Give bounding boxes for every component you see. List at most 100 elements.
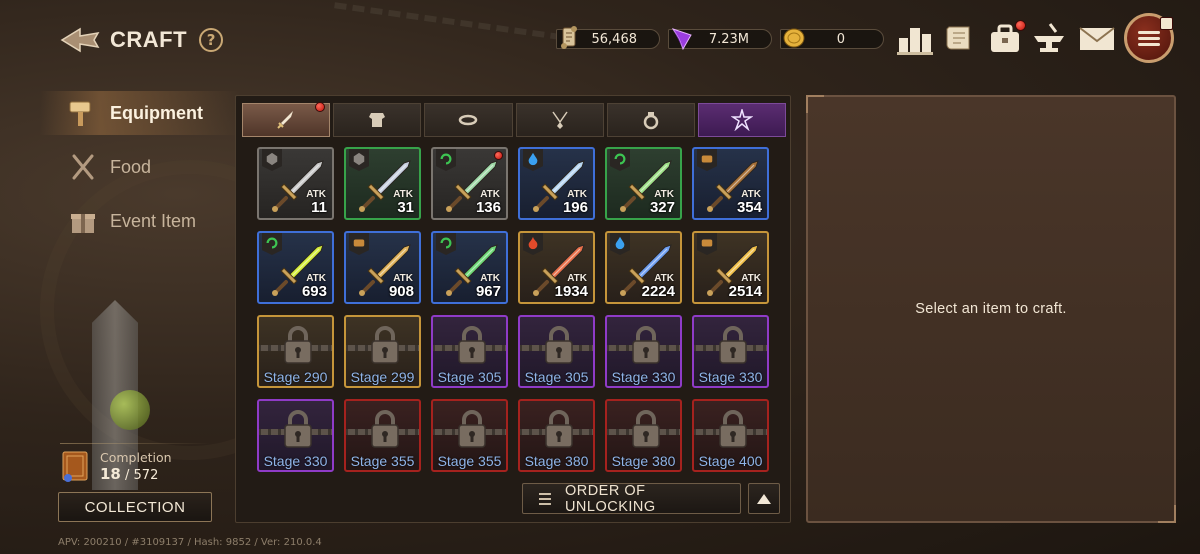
help-icon[interactable]: ? xyxy=(199,28,224,52)
unlock-stage-label: Stage 299 xyxy=(350,369,415,385)
padlock-icon xyxy=(545,410,573,448)
book-icon xyxy=(62,451,88,482)
locked-item-slot[interactable]: Stage 330 xyxy=(692,315,769,388)
unlock-stage-label: Stage 380 xyxy=(611,453,676,469)
currency-gold: 0 xyxy=(780,28,884,50)
empty-detail-message: Select an item to craft. xyxy=(915,301,1067,317)
tab-special[interactable] xyxy=(697,103,787,137)
necklace-icon xyxy=(551,111,568,129)
unlock-stage-label: Stage 330 xyxy=(698,369,763,385)
item-slot[interactable]: ATK 2514 xyxy=(692,231,769,304)
crystal-icon xyxy=(666,22,698,54)
item-slot[interactable]: ATK 31 xyxy=(344,147,421,220)
sidebar-item-label: Equipment xyxy=(110,102,203,123)
order-of-unlocking-button[interactable]: ORDER OF UNLOCKING xyxy=(522,482,741,515)
locked-item-slot[interactable]: Stage 290 xyxy=(257,315,334,388)
item-slot[interactable]: ATK 2224 xyxy=(605,231,682,304)
atk-value: 354 xyxy=(736,199,762,216)
category-tabs xyxy=(242,102,787,137)
locked-item-slot[interactable]: Stage 305 xyxy=(431,315,508,388)
item-slot[interactable]: ATK 354 xyxy=(692,147,769,220)
back-arrow-icon[interactable] xyxy=(60,25,102,55)
item-slot[interactable]: ATK 908 xyxy=(344,231,421,304)
tab-armor[interactable] xyxy=(333,103,422,137)
locked-item-slot[interactable]: Stage 400 xyxy=(692,399,769,472)
triangle-up-icon xyxy=(757,493,771,504)
atk-value: 196 xyxy=(562,199,588,216)
background-chain xyxy=(327,2,563,89)
atk-value: 136 xyxy=(475,199,501,216)
atk-value: 2224 xyxy=(641,283,675,300)
notification-dot xyxy=(1015,20,1026,31)
sidebar-item-equipment[interactable]: Equipment xyxy=(40,91,240,135)
completion-total: / 572 xyxy=(125,467,159,483)
completion-current: 18 xyxy=(100,464,121,483)
notification-dot xyxy=(494,151,503,160)
item-slot[interactable]: ATK 136 xyxy=(431,147,508,220)
order-label: ORDER OF UNLOCKING xyxy=(564,482,656,515)
tab-sword[interactable] xyxy=(242,102,331,137)
page-title: CRAFT xyxy=(110,27,188,52)
atk-value: 967 xyxy=(475,283,501,300)
locked-item-slot[interactable]: Stage 305 xyxy=(518,315,595,388)
sidebar-item-event-item[interactable]: Event Item xyxy=(40,199,240,243)
item-slot[interactable]: ATK 1934 xyxy=(518,231,595,304)
craft-detail-panel: Select an item to craft. xyxy=(806,95,1176,523)
atk-value: 693 xyxy=(301,283,327,300)
ranking-icon[interactable] xyxy=(892,16,938,62)
tab-belt[interactable] xyxy=(424,103,513,137)
item-slot[interactable]: ATK 693 xyxy=(257,231,334,304)
tab-necklace[interactable] xyxy=(515,103,604,137)
gift-icon xyxy=(71,214,95,233)
sidebar-item-food[interactable]: Food xyxy=(40,145,240,189)
completion-block: Completion 18 / 572 xyxy=(60,446,172,486)
locked-item-slot[interactable]: Stage 330 xyxy=(257,399,334,472)
unlock-stage-label: Stage 330 xyxy=(263,453,328,469)
locked-item-slot[interactable]: Stage 299 xyxy=(344,315,421,388)
padlock-icon xyxy=(284,410,312,448)
inventory-bag-icon[interactable] xyxy=(982,16,1028,62)
unlock-stage-label: Stage 355 xyxy=(437,453,502,469)
atk-value: 1934 xyxy=(554,283,588,300)
locked-item-slot[interactable]: Stage 380 xyxy=(605,399,682,472)
main-menu-button[interactable] xyxy=(1124,13,1174,63)
list-icon xyxy=(538,492,551,505)
sword-icon xyxy=(277,111,294,129)
item-slot[interactable]: ATK 327 xyxy=(605,147,682,220)
quest-scroll-icon[interactable] xyxy=(936,16,982,62)
belt-icon xyxy=(459,114,478,126)
panel-corner xyxy=(1158,505,1176,523)
notification-dot xyxy=(1160,17,1173,30)
completion-value: 18 / 572 xyxy=(100,465,172,483)
item-slot[interactable]: ATK 196 xyxy=(518,147,595,220)
hamburger-icon xyxy=(1138,28,1160,49)
atk-value: 908 xyxy=(388,283,414,300)
panel-corner xyxy=(806,95,824,113)
unlock-stage-label: Stage 305 xyxy=(524,369,589,385)
atk-value: 327 xyxy=(649,199,675,216)
currency-crystal: 7.23M xyxy=(668,28,772,51)
padlock-icon xyxy=(458,326,486,364)
fork-knife-icon xyxy=(72,154,94,180)
locked-item-slot[interactable]: Stage 355 xyxy=(431,399,508,472)
locked-item-slot[interactable]: Stage 380 xyxy=(518,399,595,472)
item-slot[interactable]: ATK 967 xyxy=(431,231,508,304)
item-slot[interactable]: ATK 11 xyxy=(257,147,334,220)
sort-toggle-button[interactable] xyxy=(748,483,780,514)
tab-ring[interactable] xyxy=(606,103,695,137)
header: CRAFT ? xyxy=(60,22,224,58)
unlock-stage-label: Stage 290 xyxy=(263,369,328,385)
star-emblem-icon xyxy=(730,109,753,131)
notification-dot xyxy=(315,102,326,112)
padlock-icon xyxy=(719,410,747,448)
mail-icon[interactable] xyxy=(1074,16,1120,62)
locked-item-slot[interactable]: Stage 355 xyxy=(344,399,421,472)
locked-item-slot[interactable]: Stage 330 xyxy=(605,315,682,388)
padlock-icon xyxy=(371,326,399,364)
unlock-stage-label: Stage 380 xyxy=(524,453,589,469)
armor-icon xyxy=(369,113,386,127)
anvil-icon[interactable] xyxy=(1026,16,1072,62)
atk-value: 31 xyxy=(397,199,414,216)
atk-value: 11 xyxy=(311,199,327,216)
collection-button[interactable]: COLLECTION xyxy=(58,492,212,522)
